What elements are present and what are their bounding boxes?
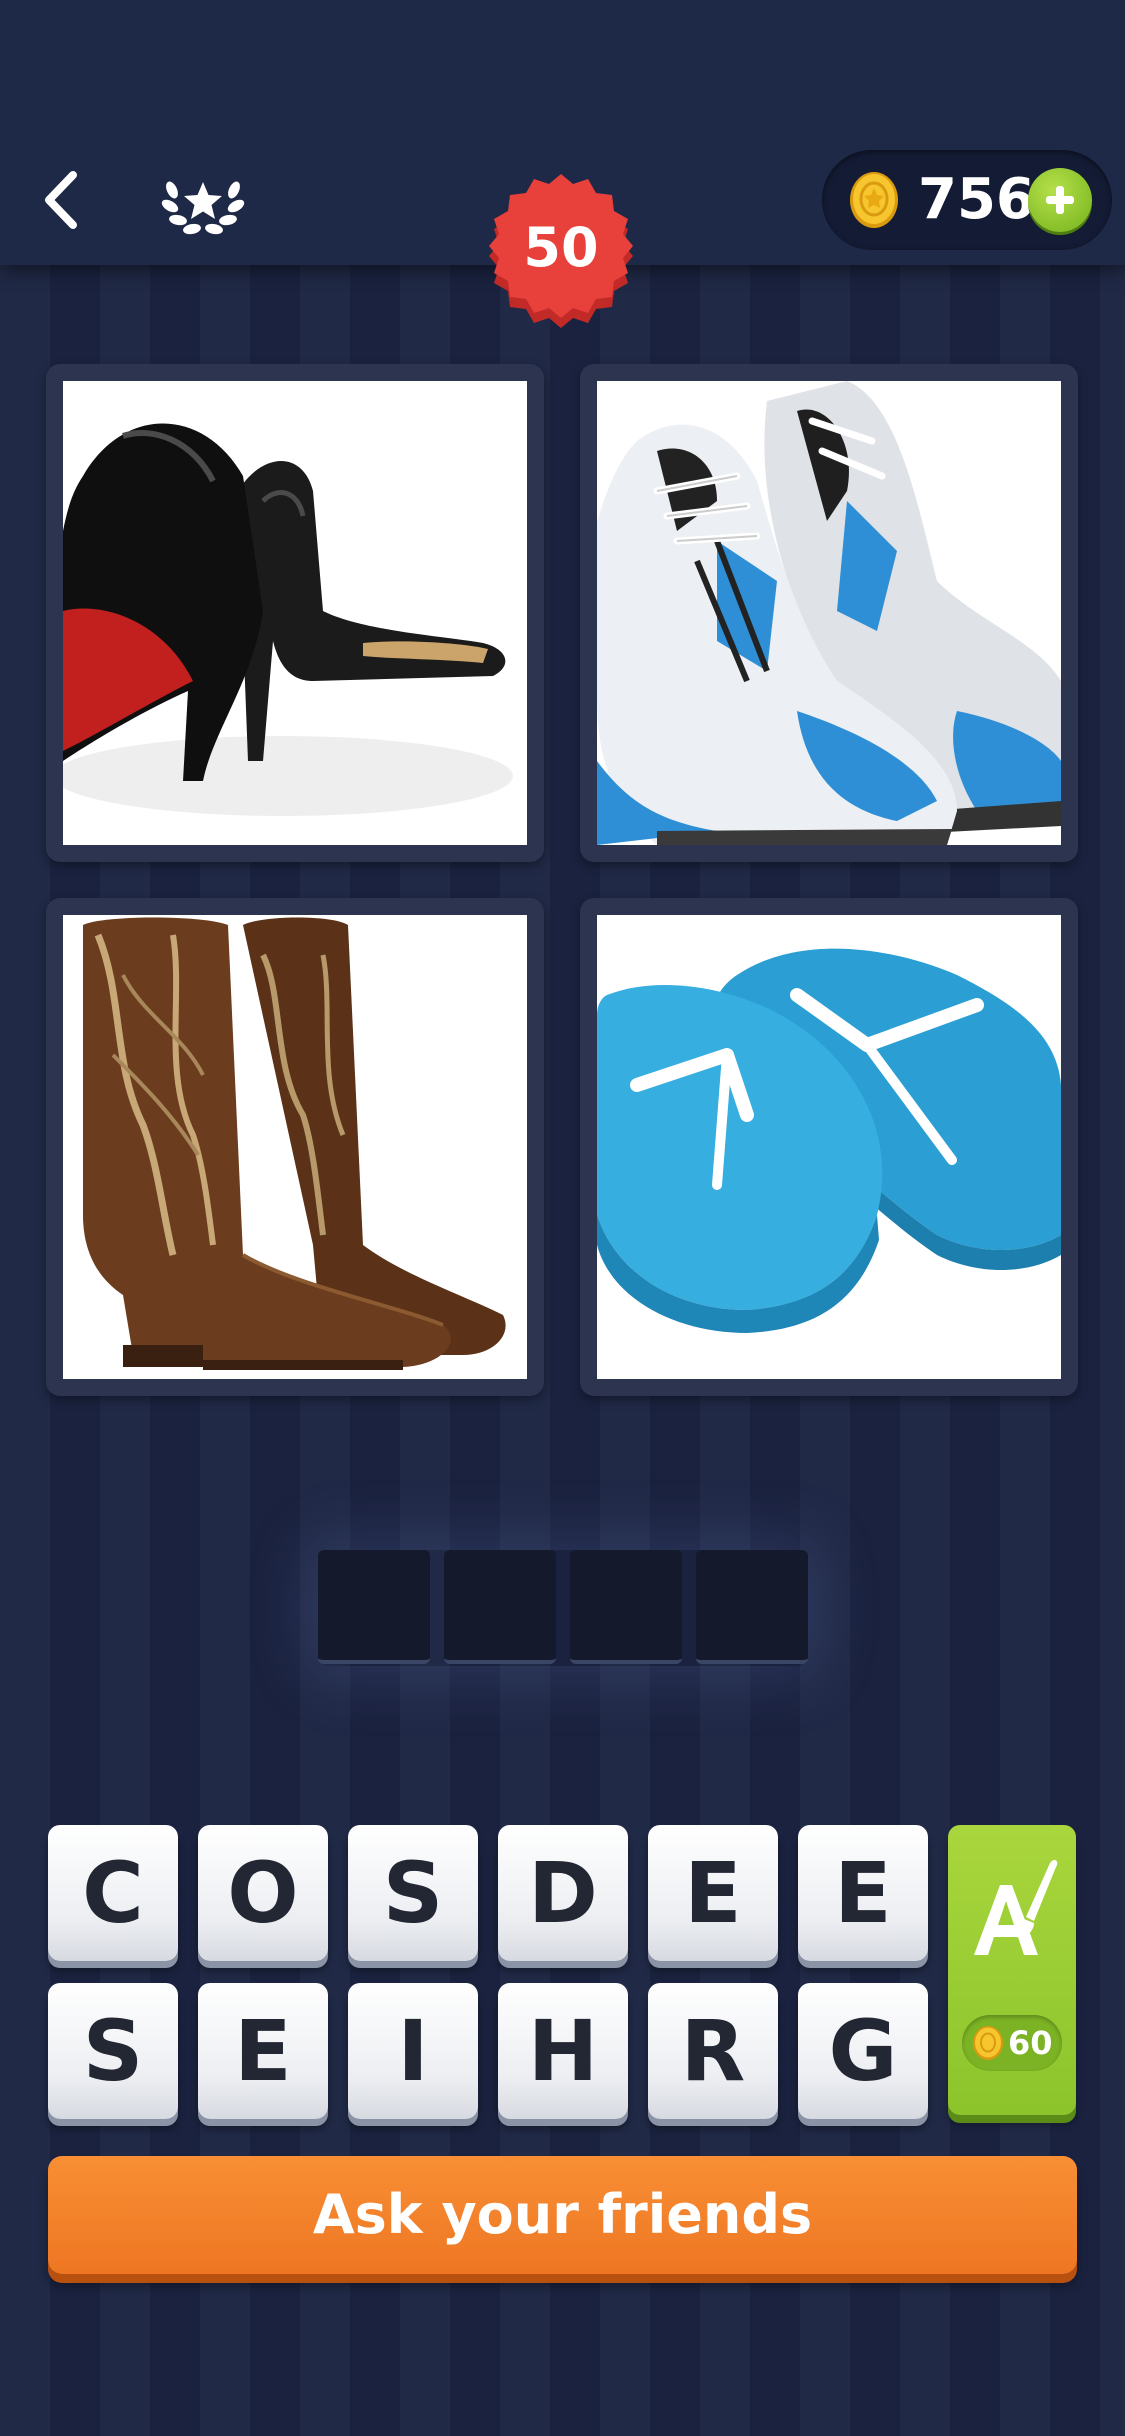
flip-flops-picture <box>597 915 1061 1379</box>
answer-slot-3[interactable] <box>570 1550 682 1664</box>
coin-count: 756 <box>918 167 1035 232</box>
add-coins-button[interactable] <box>1028 168 1092 232</box>
letter-tile[interactable]: C <box>48 1825 178 1961</box>
letter-tile[interactable]: H <box>498 1983 628 2119</box>
answer-slot-2[interactable] <box>444 1550 556 1664</box>
letter-tile[interactable]: S <box>48 1983 178 2119</box>
letter-tile[interactable]: E <box>648 1825 778 1961</box>
hint-cost-badge: 60 <box>962 2015 1062 2071</box>
ask-friends-button[interactable]: Ask your friends <box>48 2156 1077 2274</box>
picture-2[interactable] <box>580 364 1078 862</box>
letter-tile[interactable]: E <box>198 1983 328 2119</box>
letter-tile[interactable]: E <box>798 1825 928 1961</box>
gold-coin-icon <box>973 2026 1003 2060</box>
cowboy-boots-picture <box>63 915 527 1379</box>
letter-tile[interactable]: D <box>498 1825 628 1961</box>
letter-paintbrush-icon <box>974 1860 1058 1955</box>
picture-1[interactable] <box>46 364 544 862</box>
letter-tile[interactable]: R <box>648 1983 778 2119</box>
letter-tile[interactable]: G <box>798 1983 928 2119</box>
answer-slots <box>318 1550 808 1666</box>
gold-coin-icon <box>850 172 898 228</box>
answer-slot-4[interactable] <box>696 1550 808 1664</box>
laurel-star-icon <box>161 181 244 235</box>
running-sneakers-picture <box>597 381 1061 845</box>
letter-tile[interactable]: O <box>198 1825 328 1961</box>
picture-4[interactable] <box>580 898 1078 1396</box>
reveal-letter-hint-button[interactable]: 60 <box>948 1825 1076 2115</box>
letter-tile[interactable]: S <box>348 1825 478 1961</box>
high-heels-picture <box>63 381 527 845</box>
level-badge: 50 <box>473 168 649 344</box>
coin-balance: 756 <box>822 150 1112 250</box>
hint-cost-value: 60 <box>1008 2024 1053 2062</box>
chevron-left-icon <box>45 171 77 229</box>
answer-slot-1[interactable] <box>318 1550 430 1664</box>
plus-icon <box>1046 186 1074 214</box>
level-number: 50 <box>523 216 599 279</box>
achievements-button[interactable] <box>155 155 250 245</box>
back-button[interactable] <box>30 160 90 240</box>
picture-3[interactable] <box>46 898 544 1396</box>
letter-tile[interactable]: I <box>348 1983 478 2119</box>
